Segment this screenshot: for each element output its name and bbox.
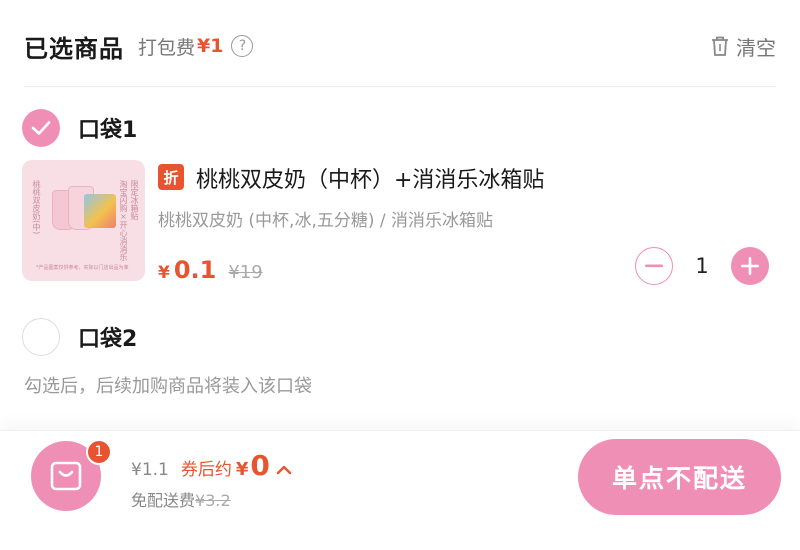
bag-1-checkbox[interactable] [22, 109, 60, 147]
total-price-line[interactable]: ¥1.1 券后约 ¥ 0 [131, 449, 292, 482]
cart-header: 已选商品 打包费 ¥1 ? 清空 [24, 28, 776, 64]
bag-1-label: 口袋1 [78, 118, 138, 143]
product-spec: 桃桃双皮奶 (中杯,冰,五分糖) / 消消乐冰箱贴 [158, 211, 494, 231]
packing-fee-label: 打包费 [138, 36, 196, 59]
bag-2-label: 口袋2 [78, 327, 138, 352]
thumb-text-right: 淘宝闪购×开心消消乐 [119, 180, 128, 261]
sticker-image [84, 194, 116, 228]
original-price: ¥19 [228, 262, 263, 283]
cart-item: 桃桃双皮奶(中) 淘宝闪购×开心消消乐 限定冰箱贴 *产品图案仅供参考，实际以门… [22, 160, 782, 285]
minus-icon [645, 264, 663, 268]
chevron-up-icon[interactable] [276, 464, 292, 475]
product-name[interactable]: 桃桃双皮奶（中杯）+消消乐冰箱贴 [196, 162, 544, 194]
delivery-label: 免配送费 [131, 491, 196, 510]
shopping-bag-icon [50, 461, 82, 491]
after-coupon-currency: ¥ [235, 459, 249, 480]
header-divider [24, 86, 776, 87]
discount-tag: 折 [158, 164, 184, 190]
quantity-value: 1 [695, 254, 709, 278]
check-icon [31, 121, 51, 135]
checkout-bar: 1 ¥1.1 券后约 ¥ 0 免配送费¥3.2 单点不配送 [0, 430, 800, 550]
after-coupon-label: 券后约 [180, 460, 232, 480]
page-title: 已选商品 [24, 34, 124, 63]
thumb-footer-text: *产品图案仅供参考，实际以门店出品为准 [36, 265, 129, 271]
decrease-quantity-button[interactable] [635, 247, 673, 285]
product-thumbnail[interactable]: 桃桃双皮奶(中) 淘宝闪购×开心消消乐 限定冰箱贴 *产品图案仅供参考，实际以门… [22, 160, 145, 281]
checkout-button[interactable]: 单点不配送 [578, 439, 781, 515]
increase-quantity-button[interactable] [731, 247, 769, 285]
clear-label: 清空 [736, 35, 776, 60]
bag-2-checkbox[interactable] [22, 318, 60, 356]
clear-cart-button[interactable]: 清空 [710, 32, 776, 61]
bag-hint: 勾选后，后续加购商品将装入该口袋 [24, 376, 312, 397]
thumb-text-left: 桃桃双皮奶(中) [32, 180, 41, 235]
delivery-original-fee: ¥3.2 [195, 491, 231, 510]
packing-fee-value: ¥1 [197, 35, 224, 57]
price-currency: ¥ [158, 263, 170, 283]
cart-count-badge: 1 [86, 439, 112, 465]
delivery-fee-line: 免配送费¥3.2 [131, 487, 231, 511]
subtotal: ¥1.1 [131, 460, 169, 480]
product-price: ¥ 0.1 ¥19 [158, 256, 263, 284]
plus-icon [741, 257, 759, 275]
help-icon[interactable]: ? [231, 35, 254, 57]
bag-row-2[interactable]: 口袋2 [22, 317, 137, 357]
after-coupon-value: 0 [250, 449, 270, 482]
price-value: 0.1 [173, 256, 217, 284]
trash-icon [712, 36, 728, 56]
bag-row-1[interactable]: 口袋1 [22, 108, 137, 148]
quantity-stepper: 1 [635, 247, 769, 285]
thumb-text-far: 限定冰箱贴 [130, 180, 139, 220]
